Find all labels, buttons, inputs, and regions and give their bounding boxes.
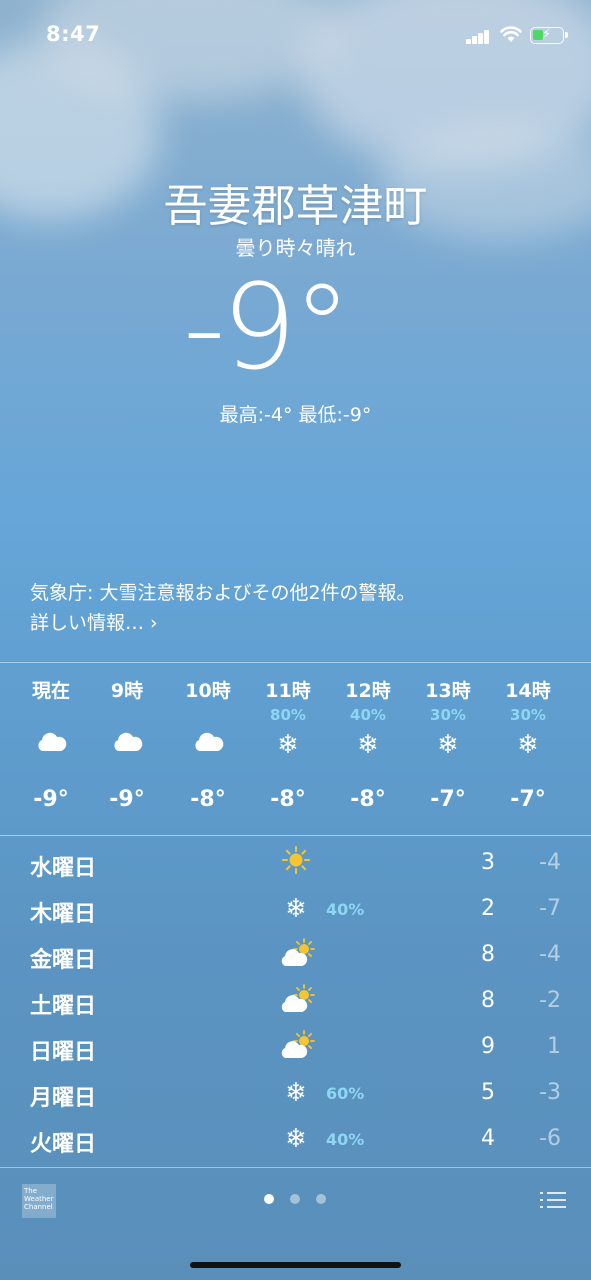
divider [0,835,591,836]
divider [0,662,591,663]
city-list-icon[interactable] [540,1190,566,1210]
daily-row: 月曜日 ❄ 60% 5 -3 [0,1070,591,1116]
sun-icon [278,846,314,880]
partly-cloudy-icon [278,938,315,972]
hourly-temperature: -8° [190,787,226,812]
daily-row: 日曜日 9 1 [0,1024,591,1070]
cellular-signal-icon [466,28,492,44]
hourly-time: 14時 [505,680,551,702]
daily-day-name: 木曜日 [30,902,97,927]
hourly-precip-chance: 40% [350,706,386,724]
hourly-item: 10時 -8° [168,664,248,834]
daily-high: 5 [481,1080,495,1105]
hourly-item: 現在 -9° [11,664,91,834]
logo-text: The Weather Channel [24,1187,54,1211]
alert-text: 気象庁: 大雪注意報およびその他2件の警報。 [30,582,416,604]
snowflake-icon: ❄ [277,730,299,760]
hourly-temperature: -8° [350,787,386,812]
home-indicator[interactable] [190,1262,401,1268]
hourly-time: 11時 [265,680,311,702]
cloud-icon [87,730,167,760]
hourly-precip-chance: 30% [510,706,546,724]
hourly-time: 現在 [31,680,70,702]
daily-low: -6 [539,1126,561,1151]
daily-low: -4 [539,850,561,875]
daily-low: -7 [539,896,561,921]
snowflake-icon: ❄ [517,730,539,760]
daily-high: 8 [481,942,495,967]
hourly-item: 12時 40% ❄ -8° [328,664,408,834]
snowflake-icon: ❄ [285,1124,307,1154]
daily-day-name: 月曜日 [30,1086,97,1111]
hourly-item: 13時 30% ❄ -7° [408,664,488,834]
daily-low: -2 [539,988,561,1013]
daily-precip-chance: 60% [326,1084,365,1103]
daily-high: 3 [481,850,495,875]
page-dot[interactable] [290,1194,300,1204]
hourly-forecast[interactable]: 現在 -9° 9時 -9° 10時 -8° 11時 80% ❄ -8° 12時 40% ❄ -8° 13時 3… [0,664,591,834]
wifi-icon [500,26,522,42]
hourly-temperature: -9° [33,787,69,812]
bottom-toolbar: The Weather Channel [0,1168,591,1238]
hourly-item: 9時 -9° [87,664,167,834]
snowflake-icon: ❄ [285,1078,307,1108]
hourly-temperature: -9° [109,787,145,812]
daily-high: 8 [481,988,495,1013]
snowflake-icon: ❄ [437,730,459,760]
weather-channel-logo[interactable]: The Weather Channel [22,1184,56,1218]
hourly-time: 9時 [110,680,144,702]
hourly-time: 1 [568,676,591,698]
hourly-time: 12時 [345,680,391,702]
hourly-time: 13時 [425,680,471,702]
daily-row: 金曜日 8 -4 [0,932,591,978]
high-low-temperature: 最高:-4° 最低:-9° [219,404,372,426]
battery-icon: ⚡ [530,27,568,44]
daily-low: -4 [539,942,561,967]
page-dot-active[interactable] [264,1194,274,1204]
daily-day-name: 土曜日 [30,994,97,1019]
daily-day-name: 水曜日 [30,856,97,881]
daily-precip-chance: 40% [326,1130,365,1149]
daily-day-name: 日曜日 [30,1040,97,1065]
hourly-temperature: - [568,787,591,812]
daily-high: 4 [481,1126,495,1151]
snowflake-icon: ❄ [285,894,307,924]
daily-high: 2 [481,896,495,921]
hourly-temperature: -7° [510,787,546,812]
location-name: 吾妻郡草津町 [163,181,428,232]
daily-row: 火曜日 ❄ 40% 4 -6 [0,1116,591,1162]
daily-day-name: 火曜日 [30,1132,97,1157]
page-dot[interactable] [316,1194,326,1204]
weather-condition: 曇り時々晴れ [235,236,356,260]
daily-row: 水曜日 3 -4 [0,840,591,886]
alert-details-link[interactable]: 詳しい情報… › [30,608,158,638]
daily-day-name: 金曜日 [30,948,97,973]
daily-high: 9 [481,1034,495,1059]
hourly-item: 1 ❄ - [568,664,591,834]
current-temperature: -9° [183,258,352,396]
partly-cloudy-icon [278,984,315,1018]
cloud-icon [11,730,91,760]
daily-row: 木曜日 ❄ 40% 2 -7 [0,886,591,932]
hourly-precip-chance: 80% [270,706,306,724]
weather-alert[interactable]: 気象庁: 大雪注意報およびその他2件の警報。 詳しい情報… › [30,578,570,638]
hourly-precip-chance: 30% [430,706,466,724]
status-bar: 8:47 ⚡ [0,0,591,70]
daily-low: -3 [539,1080,561,1105]
cloud-icon [168,730,248,760]
status-time: 8:47 [46,22,101,46]
hourly-time: 10時 [185,680,231,702]
daily-low: 1 [547,1034,561,1059]
partly-cloudy-icon [278,1030,315,1064]
hourly-item: 14時 30% ❄ -7° [488,664,568,834]
hourly-temperature: -8° [270,787,306,812]
daily-row: 土曜日 8 -2 [0,978,591,1024]
snowflake-icon: ❄ [357,730,379,760]
hourly-item: 11時 80% ❄ -8° [248,664,328,834]
daily-precip-chance: 40% [326,900,365,919]
hourly-temperature: -7° [430,787,466,812]
snowflake-icon: ❄ [568,730,591,760]
